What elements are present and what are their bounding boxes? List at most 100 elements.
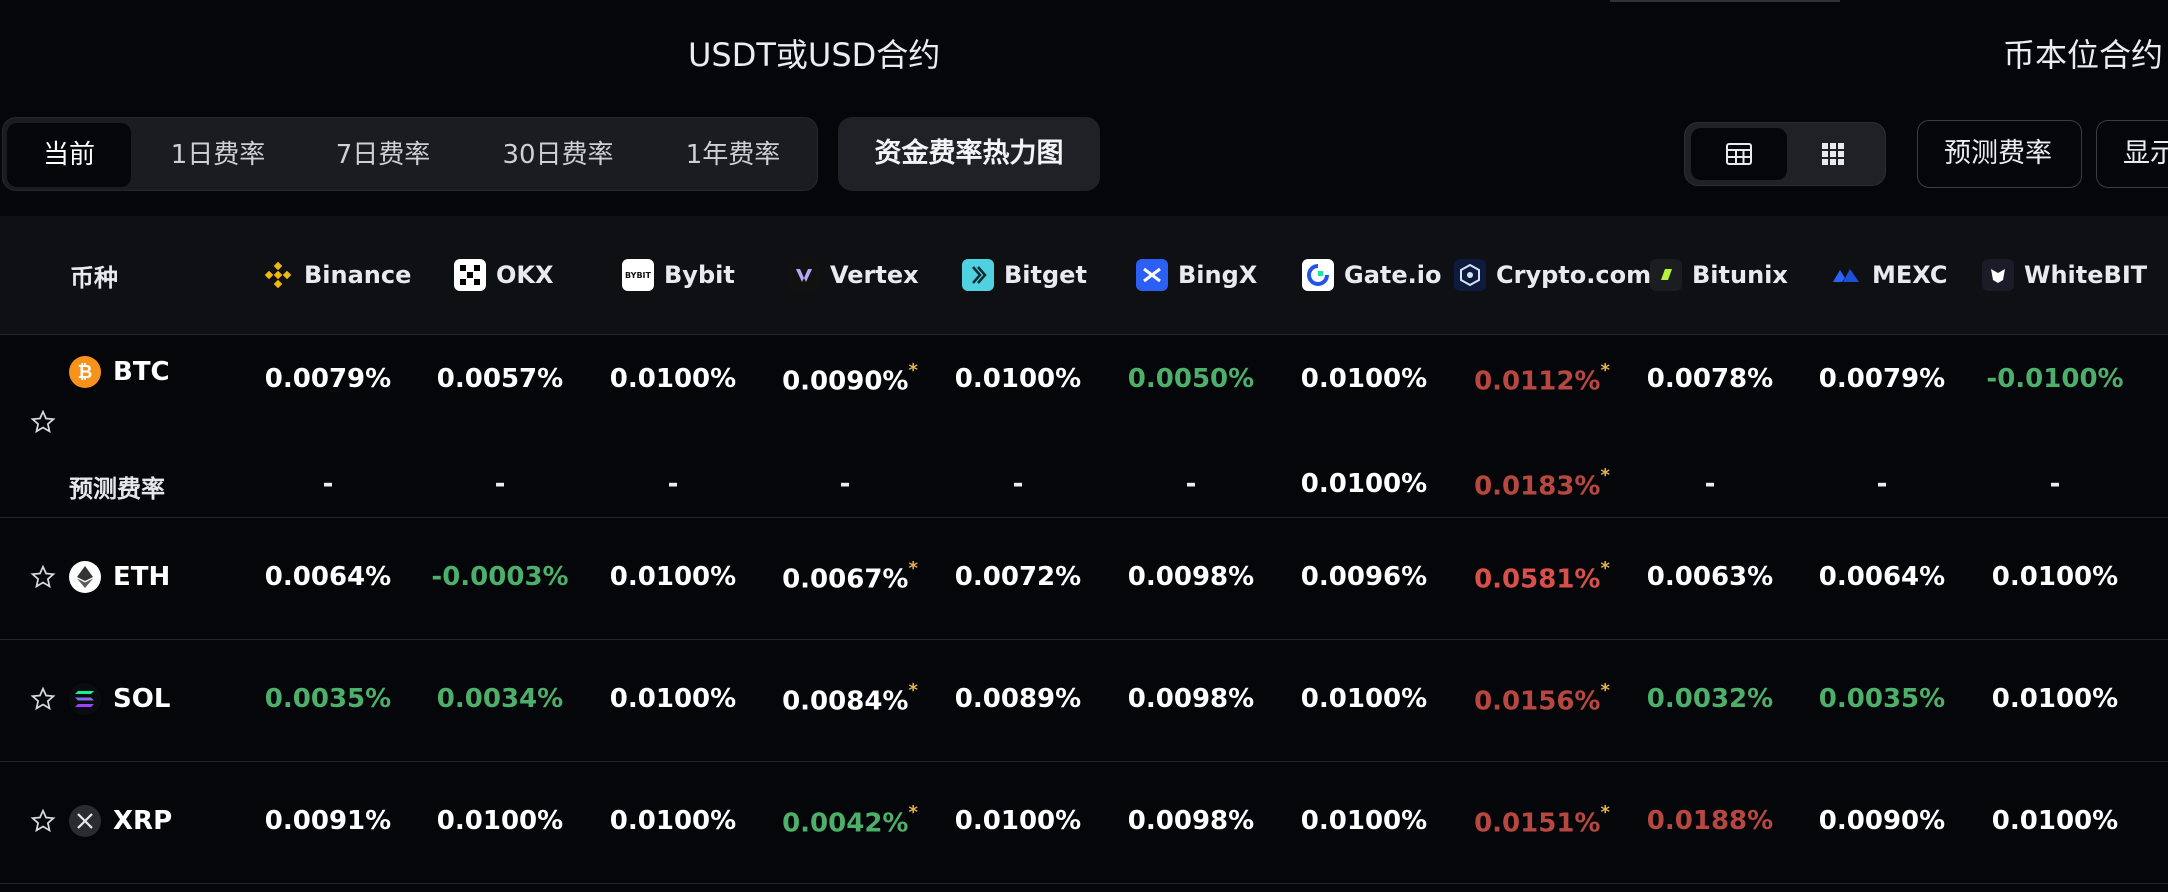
cryptocom-icon [1454, 259, 1486, 291]
exchange-header-okx[interactable]: OKX [454, 216, 554, 334]
view-toggle [1684, 122, 1886, 186]
predicted-cell: - [322, 469, 334, 499]
rate-value: 0.0067% [782, 564, 909, 595]
rate-cell: 0.0064% [264, 562, 392, 592]
exchange-header-binance[interactable]: Binance [262, 216, 411, 334]
exchange-header-mexc[interactable]: MEXC [1830, 216, 1948, 334]
exchange-name: BingX [1178, 261, 1258, 289]
rate-cell: 0.0042%* [782, 802, 918, 839]
coin-btc[interactable]: ₿ BTC [69, 356, 170, 388]
rate-cell: 0.0079% [1818, 364, 1946, 394]
favorite-star-icon[interactable] [30, 808, 56, 834]
tab-current[interactable]: 当前 [7, 123, 131, 187]
rate-cell: 0.0064% [1818, 562, 1946, 592]
tab-30d[interactable]: 30日费率 [478, 123, 638, 187]
table-row-sol: SOL 0.0035% 0.0034% 0.0100% 0.0084%* 0.0… [0, 639, 2168, 762]
okx-icon [454, 259, 486, 291]
rate-value: 0.0156% [1474, 686, 1601, 717]
rate-cell: 0.0072% [954, 562, 1082, 592]
asterisk-marker: * [1600, 360, 1610, 381]
rate-cell: 0.0091% [264, 806, 392, 836]
favorite-star-icon[interactable] [30, 409, 56, 435]
rate-cell: 0.0100% [1991, 562, 2119, 592]
asterisk-marker: * [1600, 558, 1610, 579]
rate-cell: 0.0100% [609, 684, 737, 714]
exchange-header-bybit[interactable]: BYBIT Bybit [622, 216, 735, 334]
bitunix-icon [1650, 259, 1682, 291]
asterisk-marker: * [1600, 802, 1610, 823]
predicted-cell: - [494, 469, 506, 499]
exchange-header-bingx[interactable]: BingX [1136, 216, 1257, 334]
rate-cell: 0.0035% [1818, 684, 1946, 714]
rate-cell: 0.0100% [436, 806, 564, 836]
rate-cell: 0.0100% [1300, 364, 1428, 394]
rate-cell: 0.0098% [1127, 562, 1255, 592]
exchange-name: Crypto.com [1496, 261, 1652, 289]
rate-cell: 0.0096% [1300, 562, 1428, 592]
rate-cell: 0.0100% [1991, 806, 2119, 836]
display-button[interactable]: 显示 [2096, 120, 2168, 188]
gateio-icon [1302, 259, 1334, 291]
ethereum-icon [69, 561, 101, 593]
usdt-contracts-title[interactable]: USDT或USD合约 [688, 30, 940, 76]
table-row-btc: ₿ BTC 0.0079% 0.0057% 0.0100% 0.0090%* 0… [0, 334, 2168, 518]
exchange-header-vertex[interactable]: Vertex [788, 216, 919, 334]
rate-cell: 0.0100% [954, 806, 1082, 836]
exchange-header-bitget[interactable]: Bitget [962, 216, 1087, 334]
whitebit-icon [1982, 259, 2014, 291]
bybit-icon: BYBIT [622, 259, 654, 291]
coin-sol[interactable]: SOL [69, 683, 170, 715]
coin-eth[interactable]: ETH [69, 561, 170, 593]
tab-1y[interactable]: 1年费率 [653, 123, 813, 187]
rate-cell: 0.0050% [1127, 364, 1255, 394]
grid-icon [1822, 143, 1844, 165]
rate-cell: 0.0079% [264, 364, 392, 394]
rate-cell: 0.0090% [1818, 806, 1946, 836]
tab-1d[interactable]: 1日费率 [143, 123, 293, 187]
coin-margined-title[interactable]: 币本位合约 [2003, 30, 2163, 76]
coin-symbol: ETH [113, 562, 171, 592]
exchange-header-bitunix[interactable]: Bitunix [1650, 216, 1788, 334]
rate-cell: 0.0089% [954, 684, 1082, 714]
rate-cell: 0.0098% [1127, 684, 1255, 714]
predicted-cell: - [1876, 469, 1888, 499]
table-header: 币种 Binance OKX BYBIT Bybit Vertex Bitget… [0, 216, 2168, 335]
favorite-star-icon[interactable] [30, 686, 56, 712]
exchange-name: OKX [496, 261, 554, 289]
rate-value: 0.0042% [782, 808, 909, 839]
exchange-header-cryptocom[interactable]: Crypto.com [1454, 216, 1651, 334]
rate-cell: -0.0003% [431, 562, 569, 592]
rate-cell: 0.0100% [609, 806, 737, 836]
bitget-icon [962, 259, 994, 291]
predicted-cell: - [667, 469, 679, 499]
grid-view-button[interactable] [1785, 128, 1881, 180]
rate-cell: 0.0188% [1646, 806, 1774, 836]
table-row-eth: ETH 0.0064% -0.0003% 0.0100% 0.0067% * 0.… [0, 517, 2168, 640]
table-icon [1726, 143, 1752, 165]
heatmap-button[interactable]: 资金费率热力图 [838, 117, 1100, 191]
predicted-rate-button[interactable]: 预测费率 [1917, 120, 2082, 188]
exchange-name: WhiteBIT [2024, 261, 2148, 289]
exchange-name: Bitunix [1692, 261, 1788, 289]
asterisk-marker: * [908, 360, 918, 381]
xrp-icon [69, 805, 101, 837]
coin-symbol: XRP [113, 806, 173, 836]
rate-cell: 0.0084%* [782, 680, 918, 717]
predicted-cell: 0.0100% [1300, 469, 1428, 499]
favorite-star-icon[interactable] [30, 564, 56, 590]
rate-value: 0.0112% [1474, 366, 1601, 397]
predicted-cell: - [1704, 469, 1716, 499]
solana-icon [69, 683, 101, 715]
rate-cell: 0.0035% [264, 684, 392, 714]
asterisk-marker: * [1600, 465, 1610, 486]
predicted-value: 0.0183% [1474, 471, 1601, 502]
exchange-header-gateio[interactable]: Gate.io [1302, 216, 1441, 334]
coin-column-header: 币种 [70, 263, 118, 292]
exchange-header-whitebit[interactable]: WhiteBIT [1982, 216, 2147, 334]
bitcoin-icon: ₿ [69, 356, 101, 388]
coin-xrp[interactable]: XRP [69, 805, 172, 837]
exchange-name: Bitget [1004, 261, 1087, 289]
table-view-button[interactable] [1691, 128, 1787, 180]
rate-cell: 0.0151%* [1474, 802, 1610, 839]
tab-7d[interactable]: 7日费率 [308, 123, 458, 187]
